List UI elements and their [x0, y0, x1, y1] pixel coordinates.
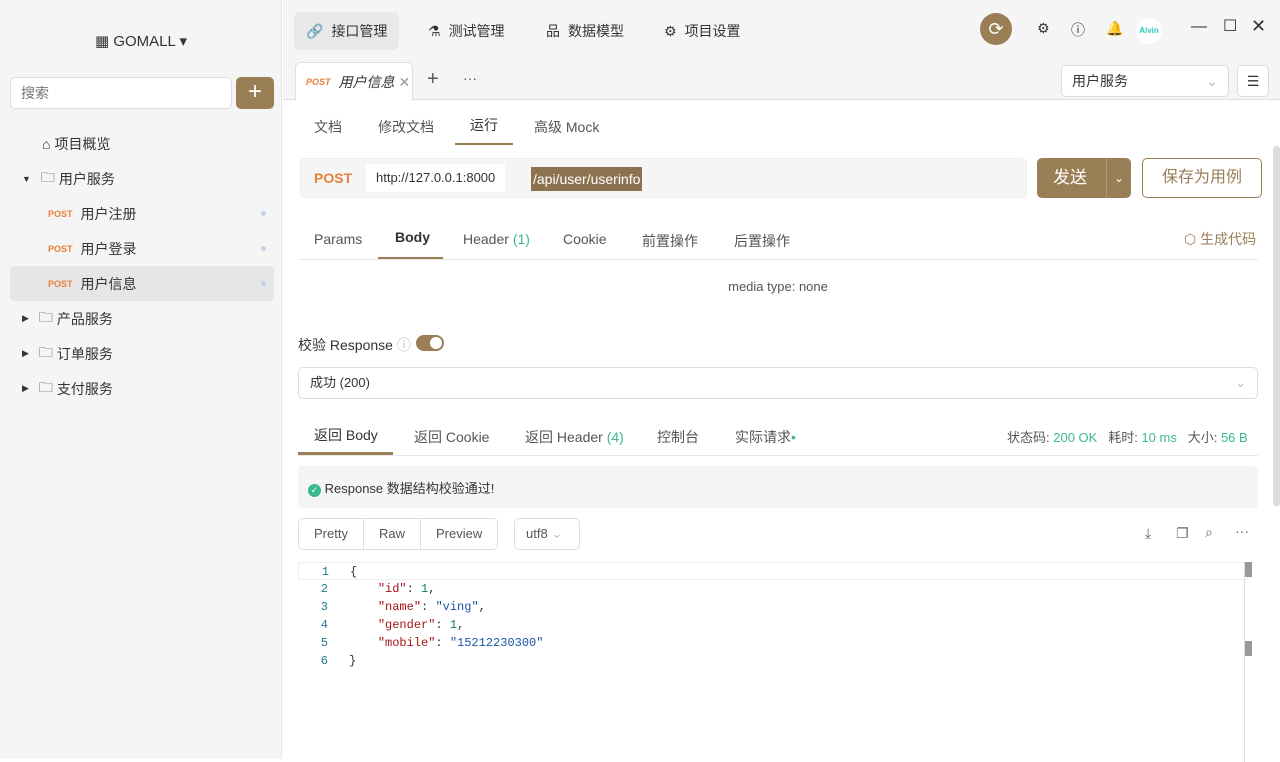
chevron-down-icon[interactable]: ⌄: [1106, 158, 1131, 198]
grid-icon: ▦: [94, 33, 114, 50]
model-icon: 品: [546, 23, 560, 39]
folder-icon: 🗀: [38, 343, 53, 360]
validate-toggle[interactable]: [416, 335, 444, 351]
chevron-down-icon: ⌄: [1235, 375, 1246, 390]
chevron-right-icon: ▶: [22, 313, 29, 323]
subtab-doc[interactable]: 文档: [314, 117, 342, 137]
add-button[interactable]: +: [236, 77, 274, 109]
tree-folder-user[interactable]: ▼ 🗀 用户服务: [10, 161, 274, 196]
code-line: 2 "id": 1,: [320, 582, 436, 596]
close-icon[interactable]: ✕: [399, 74, 411, 91]
tree-folder[interactable]: ▶ 🗀 订单服务: [10, 336, 274, 371]
tree-item-overview[interactable]: ⌂ 项目概览: [10, 126, 274, 161]
code-line: 6}: [320, 654, 357, 668]
tree-item[interactable]: POST 用户登录: [10, 231, 274, 266]
encoding-select[interactable]: utf8 ⌄: [514, 518, 580, 550]
file-tab[interactable]: POST 用户信息 ✕: [295, 62, 413, 101]
help-icon: ⓘ: [396, 337, 411, 353]
subtab-edit[interactable]: 修改文档: [378, 117, 434, 137]
copy-icon[interactable]: ❐: [1176, 525, 1189, 542]
add-tab-button[interactable]: +: [427, 68, 439, 91]
gear-icon: ⚙: [664, 22, 677, 39]
tab-post[interactable]: 后置操作: [734, 231, 790, 251]
check-circle-icon: ✓: [308, 484, 321, 497]
method-select[interactable]: POST: [314, 170, 352, 186]
validate-label: 校验 Response ⓘ: [298, 337, 411, 353]
search-input[interactable]: [10, 77, 232, 109]
tab-params[interactable]: Params: [314, 231, 362, 247]
chevron-down-icon: ⌄: [1206, 73, 1218, 89]
preview-button[interactable]: Preview: [421, 519, 497, 549]
nav-model[interactable]: 品数据模型: [534, 12, 636, 50]
top-bar: 🔗 接口管理 ⚗ 测试管理 品数据模型 ⚙ 项目设置 ⟳ ⚙ ⓘ 🔔 Aivin — …: [283, 0, 1280, 60]
home-icon: ⌂: [42, 135, 51, 152]
subtab-mock[interactable]: 高级 Mock: [534, 117, 599, 137]
chevron-down-icon: ▼: [22, 173, 31, 184]
resp-tab-body[interactable]: 返回 Body: [314, 425, 378, 445]
tree-item[interactable]: POST 用户注册: [10, 196, 274, 231]
resp-tab-actual[interactable]: 实际请求•: [735, 427, 796, 447]
response-stats: 状态码: 200 OK 耗时: 10 ms 大小: 56 B: [1007, 430, 1248, 445]
sidebar: ▦ GOMALL ▾ + ⌂项目概览 ▼🗀用户服务 POST用户注册 POST用…: [0, 0, 282, 759]
path-input[interactable]: /api/user/userinfo: [531, 167, 643, 191]
response-select[interactable]: 成功 (200) ⌄: [298, 367, 1258, 399]
flask-icon: ⚗: [428, 22, 441, 39]
search-icon[interactable]: ⌕: [1205, 524, 1213, 541]
close-icon[interactable]: ✕: [1251, 16, 1266, 37]
more-icon[interactable]: ···: [1235, 523, 1249, 539]
tree-item-selected[interactable]: POST 用户信息: [10, 266, 274, 301]
link-icon: 🔗: [306, 22, 324, 39]
minimize-icon[interactable]: —: [1191, 18, 1207, 36]
tree-folder[interactable]: ▶ 🗀 产品服务: [10, 301, 274, 336]
code-line: 1{: [298, 562, 1248, 580]
tab-pre[interactable]: 前置操作: [642, 231, 698, 251]
chevron-right-icon: ▶: [22, 383, 29, 393]
folder-icon: 🗀: [40, 168, 55, 185]
generate-code-link[interactable]: ⬡ 生成代码: [1184, 229, 1256, 249]
nav-settings[interactable]: ⚙ 项目设置: [652, 12, 753, 50]
nav-test[interactable]: ⚗ 测试管理: [416, 12, 517, 50]
settings-icon[interactable]: ⚙: [1037, 20, 1050, 37]
resp-tab-console[interactable]: 控制台: [657, 427, 699, 447]
save-case-button[interactable]: 保存为用例: [1142, 158, 1262, 198]
list-menu-button[interactable]: ☰: [1237, 65, 1269, 97]
folder-icon: 🗀: [38, 308, 53, 325]
resp-tab-header[interactable]: 返回 Header (4): [525, 427, 624, 447]
scrollbar[interactable]: [1273, 146, 1280, 506]
nav-api[interactable]: 🔗 接口管理: [294, 12, 400, 50]
avatar[interactable]: Aivin: [1136, 18, 1162, 44]
send-button[interactable]: 发送 ⌄: [1037, 158, 1131, 198]
raw-button[interactable]: Raw: [364, 519, 421, 549]
project-switcher[interactable]: ▦ GOMALL ▾: [0, 32, 282, 50]
maximize-icon[interactable]: ☐: [1223, 16, 1237, 36]
file-tabs: POST 用户信息 ✕ + ··· 用户服务 ⌄ ☰: [283, 60, 1280, 101]
tab-cookie[interactable]: Cookie: [563, 231, 607, 247]
more-icon[interactable]: ···: [463, 70, 477, 86]
sync-icon[interactable]: ⟳: [980, 13, 1012, 45]
media-type: media type: none: [728, 279, 828, 294]
help-icon[interactable]: ⓘ: [1071, 20, 1085, 40]
base-url: http://127.0.0.1:8000: [366, 164, 506, 192]
folder-icon: 🗀: [38, 378, 53, 395]
download-icon[interactable]: ⤓: [1145, 525, 1151, 542]
url-bar: POST http://127.0.0.1:8000 /api/user/use…: [300, 158, 1027, 198]
view-mode-group: Pretty Raw Preview: [298, 518, 499, 550]
tree-folder[interactable]: ▶ 🗀 支付服务: [10, 371, 274, 406]
bell-icon[interactable]: 🔔: [1106, 20, 1123, 37]
main-panel: 文档 修改文档 运行 高级 Mock POST http://127.0.0.1…: [283, 101, 1280, 762]
chevron-right-icon: ▶: [22, 348, 29, 358]
code-line: 3 "name": "ving",: [320, 600, 486, 614]
cube-icon: ⬡: [1184, 231, 1197, 247]
code-line: 4 "gender": 1,: [320, 618, 465, 632]
subtab-run[interactable]: 运行: [470, 115, 498, 135]
resp-tab-cookie[interactable]: 返回 Cookie: [414, 427, 489, 447]
validation-message: ✓ Response 数据结构校验通过!: [298, 466, 1258, 508]
code-viewer[interactable]: 1{ 2 "id": 1, 3 "name": "ving", 4 "gender":…: [298, 562, 1248, 670]
pretty-button[interactable]: Pretty: [299, 519, 364, 549]
api-tree: ⌂ 项目概览 ▼ 🗀 用户服务 POST 用户注册 POST 用户登录 POST 用户信息 …: [10, 126, 274, 406]
service-select[interactable]: 用户服务 ⌄: [1061, 65, 1229, 97]
code-line: 5 "mobile": "15212230300": [320, 636, 544, 650]
tab-header[interactable]: Header (1): [463, 231, 530, 247]
tab-body[interactable]: Body: [395, 229, 430, 245]
